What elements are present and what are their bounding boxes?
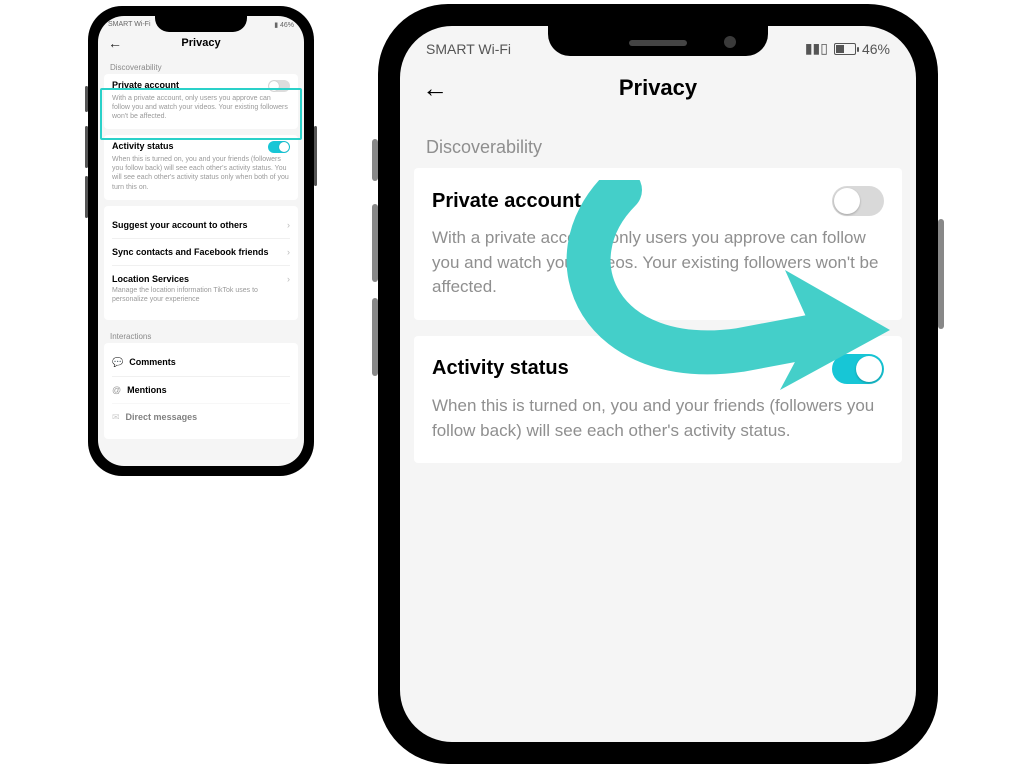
camera-icon [724,36,736,48]
nav-comments[interactable]: 💬 Comments [112,349,290,376]
activity-status-title: Activity status [432,357,569,380]
private-account-title: Private account [432,190,581,213]
side-button [85,126,88,168]
activity-status-toggle[interactable] [832,354,884,384]
activity-status-title: Activity status [112,141,174,151]
nav-label: Location Services [112,274,189,284]
side-button [372,298,378,376]
side-button [372,204,378,282]
nav-label: Direct messages [126,412,198,422]
header: ← Privacy [400,57,916,119]
notch [548,26,768,56]
chevron-right-icon: › [287,247,290,257]
back-button[interactable]: ← [422,73,448,104]
phone-large-mockup: SMART Wi-Fi ▮▮▯ 46% ← Privacy Discoverab… [378,4,938,764]
page-title: Privacy [181,37,220,49]
activity-status-toggle[interactable] [268,141,290,153]
header: ← Privacy [98,29,304,57]
carrier-label: SMART Wi-Fi [108,21,151,29]
nav-suggest[interactable]: Suggest your account to others › [112,212,290,238]
nav-label: Mentions [127,385,167,395]
nav-location[interactable]: Location Services › Manage the location … [112,265,290,312]
nav-list-card: Suggest your account to others › Sync co… [104,206,298,320]
mention-icon: @ [112,385,121,395]
activity-status-desc: When this is turned on, you and your fri… [112,155,290,191]
signal-icon: ▮▮▯ [805,40,828,57]
battery-label: ▮ 46% [274,21,294,29]
nav-label: Comments [129,357,176,367]
private-account-title: Private account [112,80,179,90]
interactions-card: 💬 Comments @ Mentions ✉ Direct messages [104,343,298,439]
side-button [85,176,88,218]
nav-sync[interactable]: Sync contacts and Facebook friends › [112,238,290,265]
carrier-label: SMART Wi-Fi [426,41,511,57]
notch [155,16,247,32]
side-button [938,219,944,329]
section-header-discoverability: Discoverability [98,57,304,74]
private-account-desc: With a private account, only users you a… [112,94,290,121]
nav-mentions[interactable]: @ Mentions [112,376,290,403]
side-button [314,126,317,186]
nav-desc: Manage the location information TikTok u… [112,286,290,304]
battery-icon [834,43,856,55]
activity-status-desc: When this is turned on, you and your fri… [432,394,884,443]
page-title: Privacy [619,75,697,101]
nav-direct[interactable]: ✉ Direct messages [112,403,290,431]
battery-label: 46% [862,41,890,57]
comment-icon: 💬 [112,357,123,368]
activity-status-card: Activity status When this is turned on, … [414,336,902,463]
speaker [629,40,687,46]
message-icon: ✉ [112,412,120,423]
nav-label: Sync contacts and Facebook friends [112,247,269,257]
private-account-toggle[interactable] [268,80,290,92]
section-header-interactions: Interactions [98,326,304,343]
private-account-toggle[interactable] [832,186,884,216]
private-account-card: Private account With a private account, … [414,168,902,320]
side-button [372,139,378,181]
side-button [85,86,88,112]
private-account-desc: With a private account, only users you a… [432,226,884,300]
private-account-card: Private account With a private account, … [104,74,298,129]
phone-small-mockup: SMART Wi-Fi ▮ 46% ← Privacy Discoverabil… [88,6,314,476]
section-header-discoverability: Discoverability [400,119,916,168]
chevron-right-icon: › [287,274,290,284]
back-button[interactable]: ← [108,35,122,51]
activity-status-card: Activity status When this is turned on, … [104,135,298,199]
chevron-right-icon: › [287,220,290,230]
nav-label: Suggest your account to others [112,220,248,230]
